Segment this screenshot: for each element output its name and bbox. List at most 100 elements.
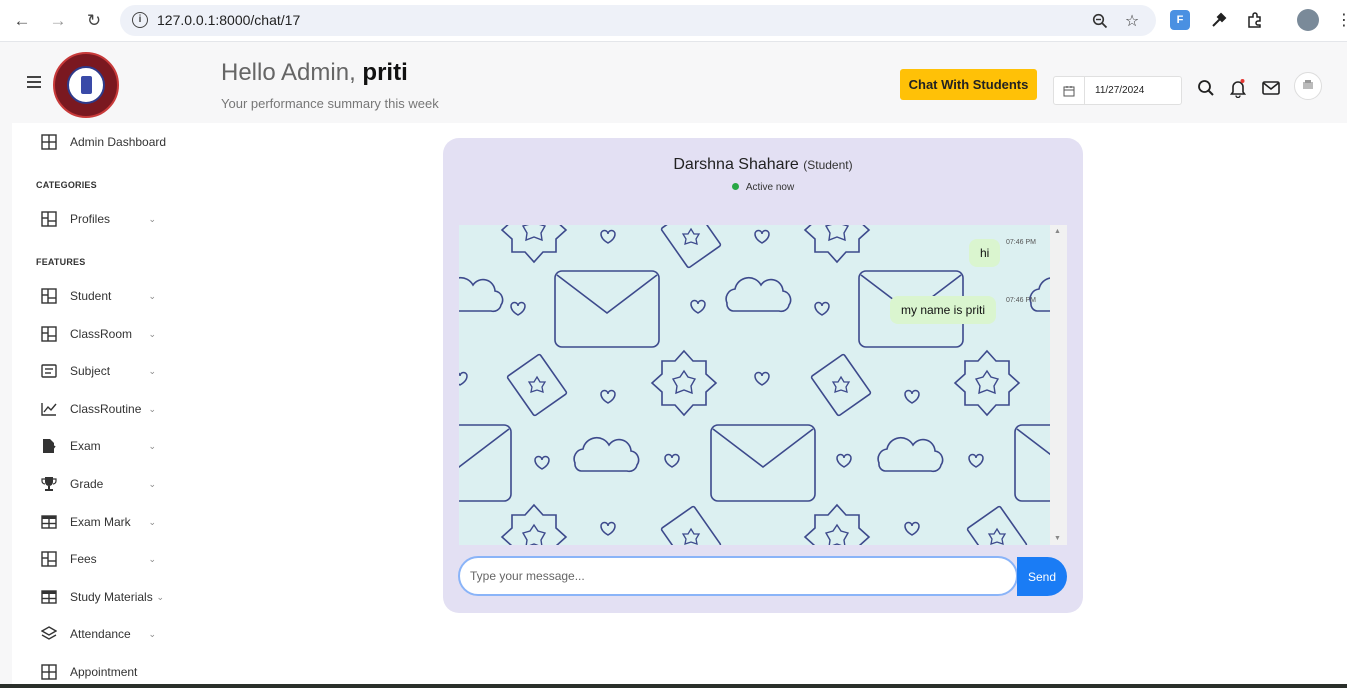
kebab-menu-icon[interactable]: ⋮ [1333, 9, 1347, 31]
date-value[interactable]: 11/27/2024 [1095, 85, 1144, 96]
chevron-down-icon: ⌄ [148, 213, 156, 224]
contact-role: (Student) [803, 158, 853, 172]
chevron-down-icon: ⌄ [148, 403, 156, 414]
message-list[interactable]: hi 07:46 PM my name is priti 07:46 PM ▲ … [459, 225, 1067, 545]
calendar-icon[interactable] [1054, 77, 1085, 104]
sidebar-item-grade[interactable]: Grade ⌄ [12, 471, 188, 497]
grid-icon [40, 326, 57, 343]
search-icon[interactable] [1196, 78, 1216, 98]
chat-header: Darshna Shahare (Student) [443, 156, 1083, 174]
sidebar-item-label: Exam Mark [70, 515, 131, 529]
send-button[interactable]: Send [1017, 557, 1067, 596]
date-picker[interactable]: 11/27/2024 [1053, 76, 1182, 105]
sidebar-item-classroutine[interactable]: ClassRoutine ⌄ [12, 396, 188, 422]
chevron-down-icon: ⌄ [148, 440, 156, 451]
sidebar-item-classroom[interactable]: ClassRoom ⌄ [12, 321, 188, 347]
chevron-down-icon: ⌄ [148, 553, 156, 564]
file-check-icon [40, 438, 57, 455]
puzzle-extensions-icon[interactable] [1244, 9, 1266, 31]
chat-with-students-button[interactable]: Chat With Students [900, 69, 1037, 100]
chevron-down-icon: ⌄ [148, 328, 156, 339]
trophy-icon [40, 476, 57, 493]
table-icon [40, 514, 57, 531]
sidebar-item-label: Admin Dashboard [70, 135, 167, 149]
sidebar-item-label: Exam [70, 439, 101, 453]
presence-status: Active now [443, 182, 1083, 193]
sidebar-item-fees[interactable]: Fees ⌄ [12, 546, 188, 572]
chat-card: Darshna Shahare (Student) Active now hi … [443, 138, 1083, 613]
address-bar[interactable]: i 127.0.0.1:8000/chat/17 ☆ [120, 5, 1156, 36]
grid-icon [40, 134, 57, 151]
sidebar-item-label: Student [70, 289, 112, 303]
online-dot-icon [731, 182, 739, 190]
mail-icon[interactable] [1261, 78, 1281, 98]
status-text: Active now [745, 182, 795, 193]
sidebar-item-admin-dashboard[interactable]: Admin Dashboard [12, 129, 188, 155]
message-bubble[interactable]: my name is priti [890, 296, 997, 324]
scroll-up-arrow-icon[interactable]: ▲ [1054, 228, 1061, 235]
chevron-down-icon: ⌄ [156, 591, 164, 602]
list-icon [40, 363, 57, 380]
greeting-name: priti [362, 59, 408, 86]
sidebar-item-label: ClassRoutine [70, 402, 142, 416]
grid-icon [40, 211, 57, 228]
profile-avatar-icon[interactable] [1297, 9, 1319, 31]
message-text: hi [980, 246, 990, 260]
forward-icon[interactable]: → [47, 10, 69, 32]
chevron-down-icon: ⌄ [148, 365, 156, 376]
sidebar-item-subject[interactable]: Subject ⌄ [12, 358, 188, 384]
sidebar-item-label: Subject [70, 364, 111, 378]
sidebar-item-label: Attendance [70, 627, 131, 641]
sidebar-item-label: ClassRoom [70, 327, 133, 341]
sidebar-item-attendance[interactable]: Attendance ⌄ [12, 621, 188, 647]
extension-icon[interactable]: F [1170, 10, 1190, 30]
sidebar-item-student[interactable]: Student ⌄ [12, 283, 188, 309]
chevron-down-icon: ⌄ [148, 478, 156, 489]
sidebar: Admin Dashboard CATEGORIES Profiles ⌄ FE… [12, 123, 188, 688]
sidebar-item-label: Fees [70, 552, 97, 566]
app-header: Hello Admin, priti Your performance summ… [0, 43, 1347, 123]
chart-line-icon [40, 401, 57, 418]
back-icon[interactable]: ← [11, 10, 33, 32]
sidebar-item-label: Profiles [70, 212, 111, 226]
grid-icon [40, 664, 57, 681]
sidebar-item-profiles[interactable]: Profiles ⌄ [12, 206, 188, 232]
hamburger-menu-icon[interactable] [27, 76, 41, 91]
url-text[interactable]: 127.0.0.1:8000/chat/17 [157, 12, 300, 28]
sidebar-item-label: Grade [70, 477, 104, 491]
message-input-container[interactable] [458, 556, 1018, 596]
chat-background-pattern [459, 225, 1050, 545]
grid-icon [40, 288, 57, 305]
school-logo [53, 52, 119, 118]
message-text: my name is priti [901, 303, 986, 317]
scroll-down-arrow-icon[interactable]: ▼ [1054, 535, 1061, 542]
chevron-down-icon: ⌄ [148, 628, 156, 639]
notification-bell-icon[interactable] [1228, 78, 1248, 98]
sidebar-item-exam[interactable]: Exam ⌄ [12, 433, 188, 459]
taskbar-strip [0, 684, 1347, 688]
categories-heading: CATEGORIES [36, 180, 97, 190]
site-info-icon[interactable]: i [132, 12, 148, 28]
sidebar-item-study-materials[interactable]: Study Materials ⌄ [12, 584, 188, 610]
eyedropper-icon[interactable] [1208, 9, 1230, 31]
bookmark-star-icon[interactable]: ☆ [1122, 11, 1142, 31]
message-timestamp: 07:46 PM [1006, 239, 1036, 246]
sidebar-item-label: Appointment [70, 665, 138, 679]
greeting-prefix: Hello Admin, [221, 59, 363, 86]
features-heading: FEATURES [36, 257, 86, 267]
layers-icon [40, 626, 57, 643]
table-icon [40, 589, 57, 606]
message-timestamp: 07:46 PM [1006, 297, 1036, 304]
grid-icon [40, 551, 57, 568]
sidebar-item-exam-mark[interactable]: Exam Mark ⌄ [12, 509, 188, 535]
message-scrollbar[interactable]: ▲ ▼ [1050, 225, 1067, 545]
reload-icon[interactable]: ↻ [83, 10, 105, 32]
page-subtitle: Your performance summary this week [221, 96, 439, 111]
message-input[interactable] [470, 565, 1000, 587]
sidebar-item-appointment[interactable]: Appointment [12, 659, 188, 685]
contact-name: Darshna Shahare [673, 156, 799, 173]
zoom-icon[interactable] [1090, 11, 1110, 31]
message-bubble[interactable]: hi [969, 239, 1001, 267]
user-avatar[interactable] [1294, 72, 1322, 100]
chevron-down-icon: ⌄ [148, 516, 156, 527]
